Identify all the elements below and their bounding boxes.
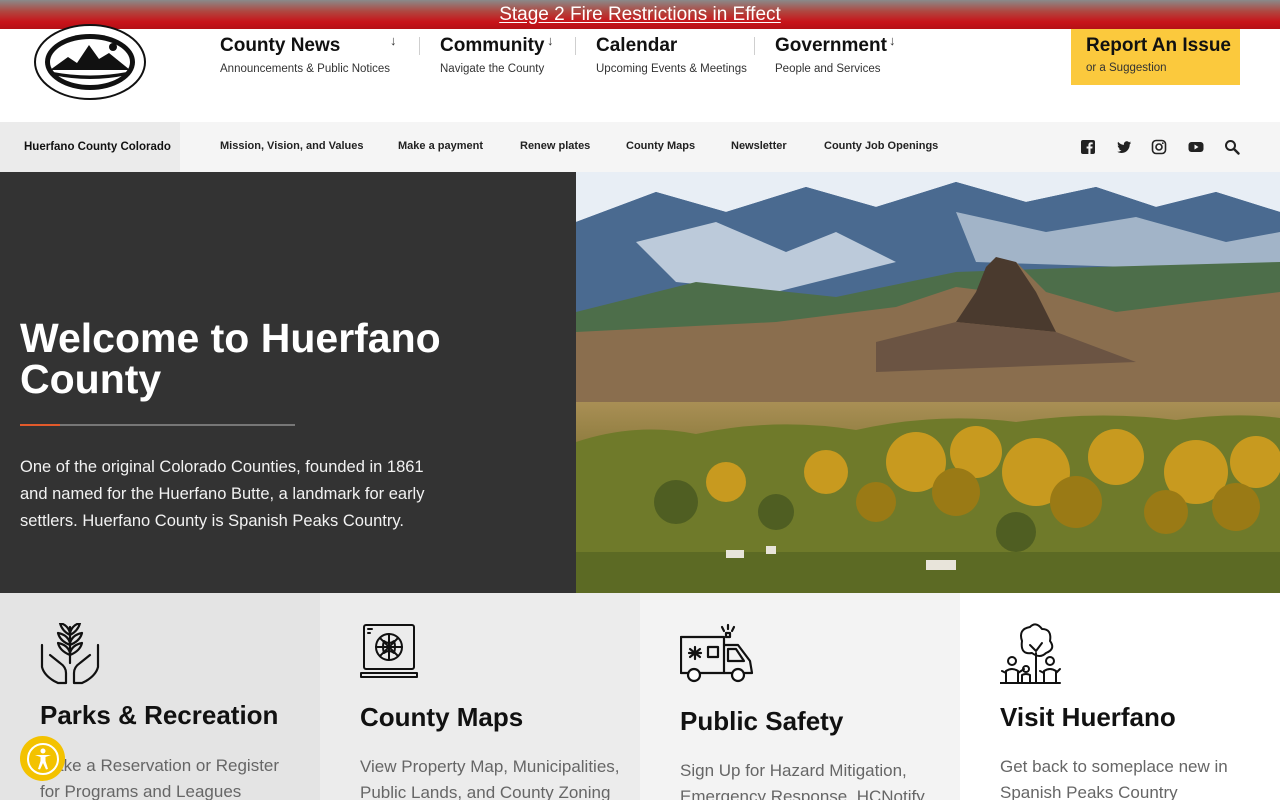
report-issue-button[interactable]: Report An Issue or a Suggestion [1071,29,1240,85]
ambulance-icon [680,623,754,683]
card-public-safety[interactable]: Public Safety Sign Up for Hazard Mitigat… [640,593,960,800]
link-newsletter[interactable]: Newsletter [731,140,787,152]
map-laptop-icon [360,624,418,678]
card-title: County Maps [360,702,524,732]
hands-plant-icon [40,623,100,685]
brand-link[interactable]: Huerfano County Colorado [0,122,180,172]
hero-landscape-image [576,172,1280,593]
nav-subtitle: Navigate the County [440,63,545,75]
nav-title: Community [440,35,545,56]
arrow-down-icon[interactable]: ↓ [889,33,896,48]
nav-subtitle: Upcoming Events & Meetings [596,63,747,75]
fire-restrictions-link[interactable]: Stage 2 Fire Restrictions in Effect [499,4,781,26]
report-title: Report An Issue [1086,35,1231,56]
report-subtitle: or a Suggestion [1086,62,1167,74]
card-description: Make a Reservation or Register for Progr… [40,756,280,800]
secondary-navigation: Huerfano County Colorado Mission, Vision… [0,122,1280,172]
card-visit-huerfano[interactable]: Visit Huerfano Get back to someplace new… [960,593,1280,800]
hero-description: One of the original Colorado Counties, f… [20,458,425,530]
card-title: Public Safety [680,706,844,736]
accessibility-icon [26,742,59,775]
card-title: Parks & Recreation [40,700,279,730]
search-icon[interactable] [1224,139,1240,155]
nav-title: Calendar [596,35,678,56]
link-mission[interactable]: Mission, Vision, and Values [220,140,363,152]
nav-calendar[interactable]: Calendar Upcoming Events & Meetings [596,29,754,89]
youtube-icon[interactable] [1188,139,1204,155]
nav-community[interactable]: Community Navigate the County ↓ [440,29,597,89]
card-county-maps[interactable]: County Maps View Property Map, Municipal… [320,593,640,800]
card-title: Visit Huerfano [1000,702,1176,732]
link-county-maps[interactable]: County Maps [626,140,695,152]
family-tree-icon [1000,623,1061,684]
arrow-down-icon[interactable]: ↓ [390,33,397,48]
hero-text-panel: Welcome to Huerfano County One of the or… [0,172,576,593]
accessibility-button[interactable] [20,736,65,781]
facebook-icon[interactable] [1080,139,1096,155]
feature-cards: Parks & Recreation Make a Reservation or… [0,593,1280,800]
link-job-openings[interactable]: County Job Openings [824,140,938,152]
alert-bar: Stage 2 Fire Restrictions in Effect [0,0,1280,29]
link-make-payment[interactable]: Make a payment [398,140,483,152]
county-seal-logo[interactable] [33,23,147,101]
link-renew-plates[interactable]: Renew plates [520,140,590,152]
twitter-icon[interactable] [1116,139,1132,155]
hero-section: Welcome to Huerfano County One of the or… [0,172,1280,593]
hero-divider-accent [20,424,60,426]
hero-divider [20,424,295,426]
card-description: Sign Up for Hazard Mitigation, Emergency… [680,761,925,800]
hero-title: Welcome to Huerfano County [20,315,441,402]
main-navigation: County News Announcements & Public Notic… [220,29,915,89]
nav-subtitle: Announcements & Public Notices [220,63,391,75]
nav-county-news[interactable]: County News Announcements & Public Notic… [220,29,419,89]
nav-subtitle: People and Services [775,63,881,75]
nav-divider [754,37,755,55]
instagram-icon[interactable] [1151,139,1167,155]
arrow-down-icon[interactable]: ↓ [547,33,554,48]
card-description: View Property Map, Municipalities, Publi… [360,757,620,800]
card-description: Get back to someplace new in Spanish Pea… [1000,757,1228,800]
nav-divider [419,37,420,55]
nav-government[interactable]: Government People and Services ↓ [775,29,915,89]
site-header: County News Announcements & Public Notic… [0,24,1280,122]
